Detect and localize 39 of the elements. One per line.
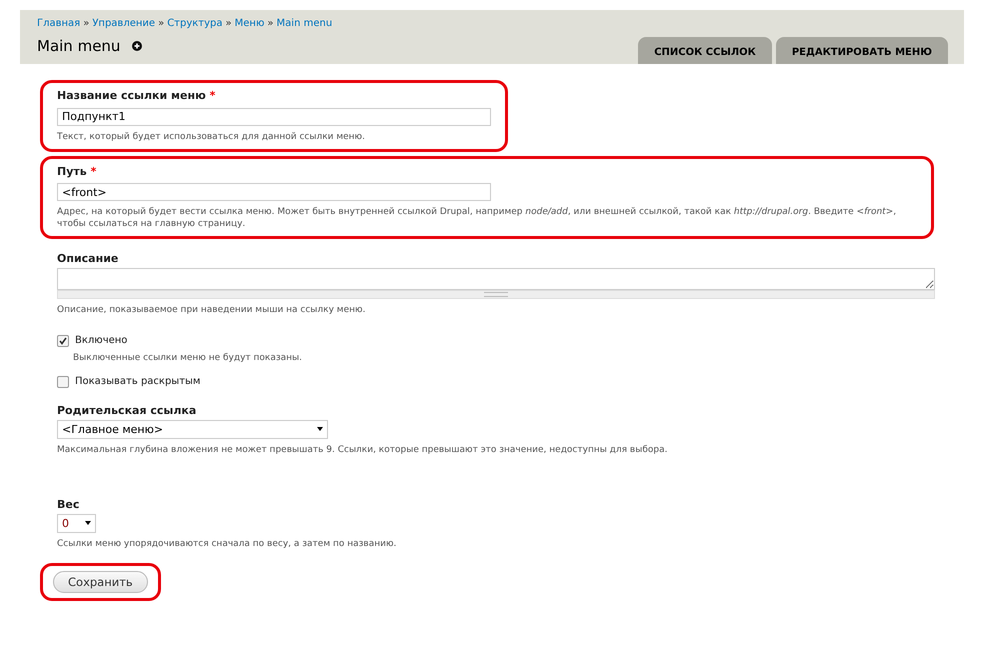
help-text: Выключенные ссылки меню не будут показаны.: [72, 352, 302, 364]
field-label: Название ссылки меню *: [57, 89, 216, 102]
textarea-field[interactable]: [57, 268, 935, 290]
save-button[interactable]: Сохранить: [53, 570, 148, 593]
tab[interactable]: РЕДАКТИРОВАТЬ МЕНЮ: [776, 37, 948, 64]
tab[interactable]: СПИСОК ССЫЛОК: [638, 37, 772, 64]
field-label: Родительская ссылка: [57, 404, 198, 417]
required-mark: *: [90, 164, 96, 178]
required-mark: *: [210, 89, 216, 102]
checkbox-label: Показывать раскрытым: [75, 376, 200, 388]
page-title: Main menu: [37, 37, 120, 55]
dropdown[interactable]: 0: [57, 514, 96, 533]
field-label: Описание: [57, 252, 120, 266]
text-input[interactable]: Подпункт1: [57, 108, 491, 126]
help-text: Описание, показываемое при наведении мыши на ссылку меню.: [57, 304, 366, 317]
help-text: Адрес, на который будет вести ссылка меню. Может быть внутренней ссылкой Drupal, например node/add, или внешней ссылкой, такой как http://drupal.org. Введите <front>, чтобы ссылаться на главную страницу.: [57, 206, 898, 230]
caret-icon: [85, 521, 91, 526]
breadcrumb-link[interactable]: Main menu: [276, 18, 332, 29]
caret-icon: [317, 427, 323, 432]
breadcrumb-separator: »: [267, 18, 274, 29]
breadcrumb-separator: »: [158, 18, 164, 29]
help-text: Ссылки меню упорядочиваются сначала по весу, а затем по названию.: [57, 538, 396, 550]
breadcrumb-link[interactable]: Меню: [234, 18, 264, 29]
field-label: Вес: [57, 498, 80, 511]
checkbox-label: Включено: [75, 335, 128, 346]
breadcrumb-separator: »: [83, 18, 90, 29]
add-icon[interactable]: [132, 41, 142, 51]
breadcrumb-link[interactable]: Управление: [92, 18, 156, 29]
help-text: Максимальная глубина вложения не может превышать 9. Ссылки, которые превышают это значение, недоступны для выбора.: [57, 444, 668, 456]
breadcrumb-separator: »: [226, 18, 232, 29]
text-input[interactable]: <front>: [57, 183, 491, 202]
field-label: Путь *: [57, 164, 98, 178]
help-text: Текст, который будет использоваться для данной ссылки меню.: [57, 130, 366, 143]
dropdown[interactable]: <Главное меню>: [57, 420, 328, 439]
breadcrumb-link[interactable]: Структура: [167, 18, 223, 29]
resize-handle[interactable]: [57, 290, 935, 300]
breadcrumb-link[interactable]: Главная: [37, 18, 80, 29]
checkbox[interactable]: [57, 376, 69, 388]
checkbox[interactable]: [57, 334, 69, 347]
